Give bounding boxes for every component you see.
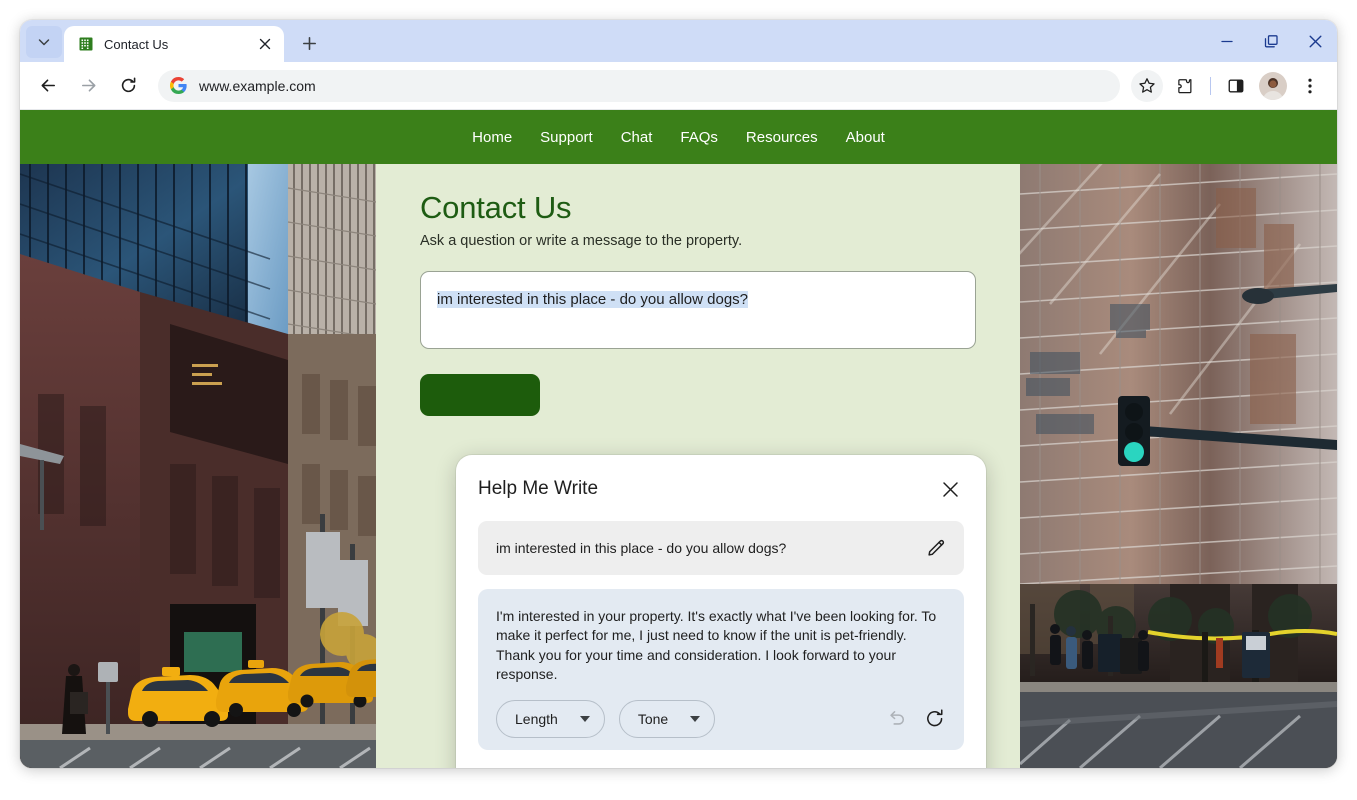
back-arrow-icon — [41, 79, 55, 92]
message-textarea-value: im interested in this place - do you all… — [437, 291, 749, 308]
send-message-button[interactable] — [420, 374, 540, 416]
close-icon — [942, 481, 958, 497]
google-g-icon — [170, 77, 187, 94]
generated-result-panel: I'm interested in your property. It's ex… — [478, 589, 964, 751]
refresh-icon — [927, 709, 943, 727]
nav-link-home[interactable]: Home — [472, 129, 512, 146]
pencil-icon — [928, 539, 945, 556]
minimize-icon — [1221, 40, 1233, 43]
result-action-buttons — [886, 708, 946, 730]
dialog-header: Help Me Write — [478, 475, 964, 503]
close-icon — [259, 38, 271, 50]
window-controls — [1205, 20, 1337, 62]
star-icon — [1139, 77, 1155, 93]
prompt-input-row[interactable]: im interested in this place - do you all… — [478, 521, 964, 575]
extensions-button[interactable] — [1169, 70, 1201, 102]
forward-arrow-icon — [81, 79, 95, 92]
address-bar-url: www.example.com — [199, 77, 316, 94]
result-controls: Length Tone — [496, 700, 946, 739]
side-panel-button[interactable] — [1220, 70, 1252, 102]
prompt-edit-button[interactable] — [926, 536, 950, 560]
dialog-title: Help Me Write — [478, 478, 599, 499]
undo-icon — [890, 711, 905, 725]
nav-link-faqs[interactable]: FAQs — [680, 129, 718, 146]
forward-button[interactable] — [71, 69, 105, 103]
nav-link-about[interactable]: About — [846, 129, 885, 146]
length-dropdown[interactable]: Length — [496, 700, 605, 739]
tab-close-button[interactable] — [254, 33, 276, 55]
nav-link-resources[interactable]: Resources — [746, 129, 818, 146]
tab-search-button[interactable] — [26, 26, 62, 58]
page-title: Contact Us — [420, 190, 572, 225]
left-building-photo — [20, 164, 376, 768]
browser-window: Contact Us www.example.com Home Support … — [20, 20, 1337, 768]
reload-icon — [121, 77, 135, 93]
window-minimize-button[interactable] — [1205, 20, 1249, 62]
building-icon — [79, 37, 93, 51]
tab-title: Contact Us — [104, 36, 169, 52]
undo-button[interactable] — [886, 708, 908, 730]
site-navigation: Home Support Chat FAQs Resources About — [20, 110, 1337, 164]
help-me-write-dialog: Help Me Write im interested in this plac… — [456, 455, 986, 768]
avatar — [1259, 71, 1287, 100]
page-subtitle: Ask a question or write a message to the… — [420, 233, 743, 249]
chevron-down-icon — [38, 39, 50, 46]
puzzle-piece-icon — [1178, 78, 1192, 93]
length-dropdown-label: Length — [515, 711, 558, 728]
dialog-close-button[interactable] — [936, 475, 964, 503]
message-textarea[interactable]: im interested in this place - do you all… — [420, 271, 976, 349]
right-street-photo — [1020, 164, 1337, 768]
new-tab-button[interactable] — [294, 28, 324, 58]
browser-toolbar: www.example.com — [20, 62, 1337, 110]
browser-menu-button[interactable] — [1294, 70, 1326, 102]
tab-strip: Contact Us — [20, 20, 1337, 62]
three-dot-menu-icon — [1308, 78, 1312, 93]
back-button[interactable] — [31, 69, 65, 103]
reload-button[interactable] — [111, 69, 145, 103]
city-building-with-taxis-photo — [20, 164, 376, 768]
bookmark-button[interactable] — [1131, 69, 1163, 102]
split-panel-icon — [1228, 78, 1244, 93]
page-viewport: Home Support Chat FAQs Resources About C… — [20, 110, 1337, 768]
restore-icon — [1264, 34, 1278, 47]
close-icon — [1309, 35, 1321, 47]
toolbar-separator — [1210, 76, 1211, 95]
generated-result-text: I'm interested in your property. It's ex… — [496, 608, 937, 682]
tone-dropdown[interactable]: Tone — [618, 700, 716, 739]
prompt-text: im interested in this place - do you all… — [496, 540, 787, 556]
regenerate-button[interactable] — [924, 708, 946, 730]
chevron-down-icon — [690, 716, 701, 723]
plus-icon — [302, 36, 316, 50]
nav-link-support[interactable]: Support — [540, 129, 593, 146]
city-street-with-traffic-light-photo — [1020, 164, 1337, 768]
tone-dropdown-label: Tone — [637, 711, 669, 728]
browser-tab[interactable]: Contact Us — [64, 26, 284, 62]
window-close-button[interactable] — [1293, 20, 1337, 62]
address-bar[interactable]: www.example.com — [158, 69, 1120, 102]
window-restore-button[interactable] — [1249, 20, 1293, 62]
nav-link-chat[interactable]: Chat — [621, 129, 653, 146]
profile-avatar[interactable] — [1259, 71, 1287, 100]
chevron-down-icon — [579, 716, 590, 723]
